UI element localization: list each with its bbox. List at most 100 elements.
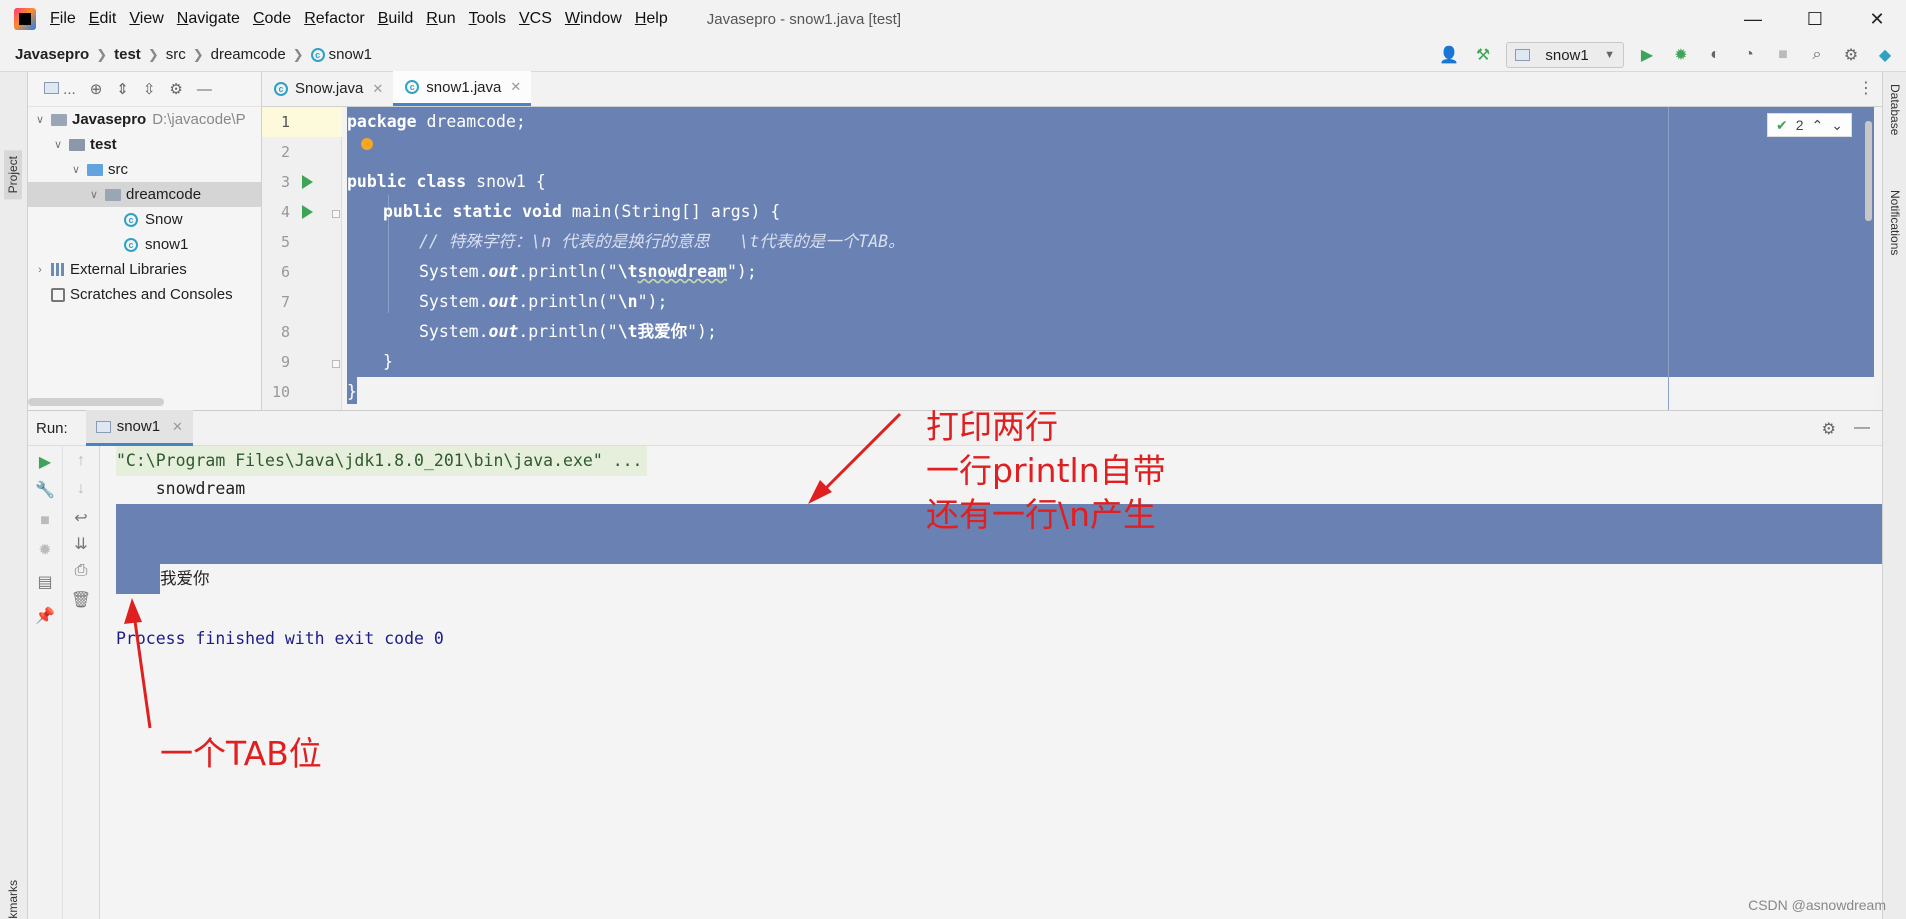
close-icon[interactable]: ✕	[510, 79, 521, 95]
intention-bulb-icon[interactable]	[361, 138, 373, 150]
folder-icon	[51, 113, 67, 126]
breadcrumb-project[interactable]: Javasepro	[15, 46, 89, 63]
search-icon[interactable]: ⌕	[1806, 44, 1828, 66]
editor-tab-snow1[interactable]: c snow1.java ✕	[393, 71, 532, 106]
bookmarks-tool-button[interactable]: Bookmarks	[6, 880, 20, 919]
arrow-down-icon[interactable]: ↓	[63, 480, 99, 498]
close-button[interactable]: ✕	[1848, 0, 1906, 38]
tree-item-src[interactable]: ∨ src	[28, 157, 261, 182]
expand-all-icon[interactable]: ⇕	[116, 80, 129, 98]
stop-icon[interactable]: ■	[28, 512, 62, 530]
coverage-icon[interactable]: ◐	[1704, 44, 1726, 66]
editor-gutter: 1 2 3 4 5 6 7 8 9 10	[262, 107, 342, 410]
stop-icon[interactable]: ■	[1772, 44, 1794, 66]
vertical-scrollbar[interactable]	[1865, 121, 1872, 221]
profile-icon[interactable]: ◔	[1738, 44, 1760, 66]
chevron-right-icon: ❯	[147, 46, 159, 62]
menu-navigate[interactable]: Navigate	[177, 10, 240, 28]
fold-icon[interactable]	[332, 360, 340, 368]
horizontal-scrollbar[interactable]	[28, 398, 164, 406]
left-tool-stripe: Project Bookmarks	[0, 72, 28, 919]
tree-item-external-libraries[interactable]: › External Libraries	[28, 257, 261, 282]
escape-sequence: \n	[617, 292, 638, 311]
main-toolbar: 👤 ⚒ snow1 ▼ ▶ ✹ ◐ ◔ ■ ⌕ ⚙ ◆	[1438, 38, 1896, 72]
gear-icon[interactable]: ⚙	[169, 80, 182, 98]
layout-icon[interactable]: ▤	[28, 572, 62, 592]
keyword: package	[347, 112, 417, 131]
static-field: out	[488, 292, 519, 311]
gear-icon[interactable]: ⚙	[1822, 419, 1836, 439]
menu-run[interactable]: Run	[426, 10, 455, 28]
close-icon[interactable]: ✕	[172, 419, 183, 435]
chevron-up-icon[interactable]: ⌃	[1812, 117, 1824, 134]
code-text: snow1 {	[466, 172, 546, 191]
run-tab-snow1[interactable]: snow1 ✕	[85, 410, 193, 446]
notifications-tool-button[interactable]: Notifications	[1888, 190, 1902, 255]
code-line-4: public static void main(String[] args) {	[383, 197, 780, 227]
chevron-down-icon: ∨	[35, 114, 45, 126]
menu-build[interactable]: Build	[378, 10, 414, 28]
code-text: }	[347, 382, 357, 401]
close-icon[interactable]: ✕	[372, 81, 383, 97]
database-tool-button[interactable]: Database	[1888, 84, 1902, 135]
menu-view[interactable]: View	[129, 10, 163, 28]
inspection-widget[interactable]: ✔ 2 ⌃ ⌄	[1767, 113, 1852, 137]
print-icon[interactable]: ⎙	[63, 562, 99, 580]
debug-disabled-icon[interactable]: ✹	[28, 540, 62, 560]
tree-item-package[interactable]: ∨ dreamcode	[28, 182, 261, 207]
hide-icon[interactable]: —	[1854, 419, 1870, 439]
menu-code[interactable]: Code	[253, 10, 291, 28]
run-icon[interactable]: ▶	[1636, 44, 1658, 66]
menu-edit[interactable]: Edit	[89, 10, 117, 28]
chevron-right-icon: ❯	[96, 46, 108, 62]
menu-refactor[interactable]: Refactor	[304, 10, 364, 28]
run-main-gutter-icon[interactable]	[302, 205, 313, 219]
fold-icon[interactable]	[332, 210, 340, 218]
menu-window[interactable]: Window	[565, 10, 622, 28]
arrow-up-icon[interactable]: ↑	[63, 452, 99, 470]
editor-tab-snow[interactable]: c Snow.java ✕	[262, 71, 393, 106]
scroll-to-end-icon[interactable]: ⇊	[63, 534, 99, 554]
pin-icon[interactable]: 📌	[28, 606, 62, 626]
user-icon[interactable]: 👤	[1438, 44, 1460, 66]
settings-gear-icon[interactable]: ⚙	[1840, 44, 1862, 66]
hide-icon[interactable]: —	[197, 81, 212, 98]
line-number: 3	[280, 173, 290, 191]
keyword: public static void	[383, 202, 562, 221]
menu-vcs[interactable]: VCS	[519, 10, 552, 28]
locate-icon[interactable]: ⊕	[90, 80, 103, 98]
breadcrumb-module[interactable]: test	[114, 46, 141, 63]
code-text: System.	[419, 262, 489, 281]
code-line-1: package dreamcode;	[347, 107, 526, 137]
chevron-down-icon[interactable]: ⌄	[1831, 117, 1843, 134]
tree-item-class-snow[interactable]: c Snow	[28, 207, 261, 232]
breadcrumb-src[interactable]: src	[166, 46, 186, 63]
maximize-button[interactable]: ☐	[1786, 0, 1844, 38]
code-editor[interactable]: package dreamcode; public class snow1 { …	[342, 107, 1874, 410]
tree-item-scratches[interactable]: Scratches and Consoles	[28, 282, 261, 307]
project-tool-button[interactable]: Project	[4, 150, 22, 200]
trash-icon[interactable]: 🗑	[63, 590, 99, 610]
run-config-selector[interactable]: snow1 ▼	[1506, 42, 1624, 68]
tree-item-module[interactable]: ∨ test	[28, 132, 261, 157]
menu-help[interactable]: Help	[635, 10, 668, 28]
tree-item-project[interactable]: ∨ Javasepro D:\javacode\P	[28, 107, 261, 132]
jetbrains-toolbox-icon[interactable]: ◆	[1874, 44, 1896, 66]
menu-tools[interactable]: Tools	[469, 10, 506, 28]
right-tool-stripe: Database Notifications	[1882, 72, 1906, 919]
collapse-all-icon[interactable]: ⇳	[143, 80, 156, 98]
tree-item-class-snow1[interactable]: c snow1	[28, 232, 261, 257]
tree-item-label: Scratches and Consoles	[70, 286, 233, 303]
debug-icon[interactable]: ✹	[1670, 44, 1692, 66]
soft-wrap-icon[interactable]: ↩	[63, 508, 99, 528]
rerun-icon[interactable]: ▶	[28, 452, 62, 472]
run-class-gutter-icon[interactable]	[302, 175, 313, 189]
wrench-icon[interactable]: 🔧	[28, 480, 62, 500]
menu-file[interactable]: File	[50, 10, 76, 28]
minimize-button[interactable]: —	[1724, 0, 1782, 38]
breadcrumb-package[interactable]: dreamcode	[211, 46, 286, 63]
more-vertical-icon[interactable]: ⋮	[1858, 78, 1874, 98]
breadcrumb-class[interactable]: snow1	[329, 46, 372, 63]
project-view-selector[interactable]: ...	[44, 81, 76, 98]
build-hammer-icon[interactable]: ⚒	[1472, 44, 1494, 66]
